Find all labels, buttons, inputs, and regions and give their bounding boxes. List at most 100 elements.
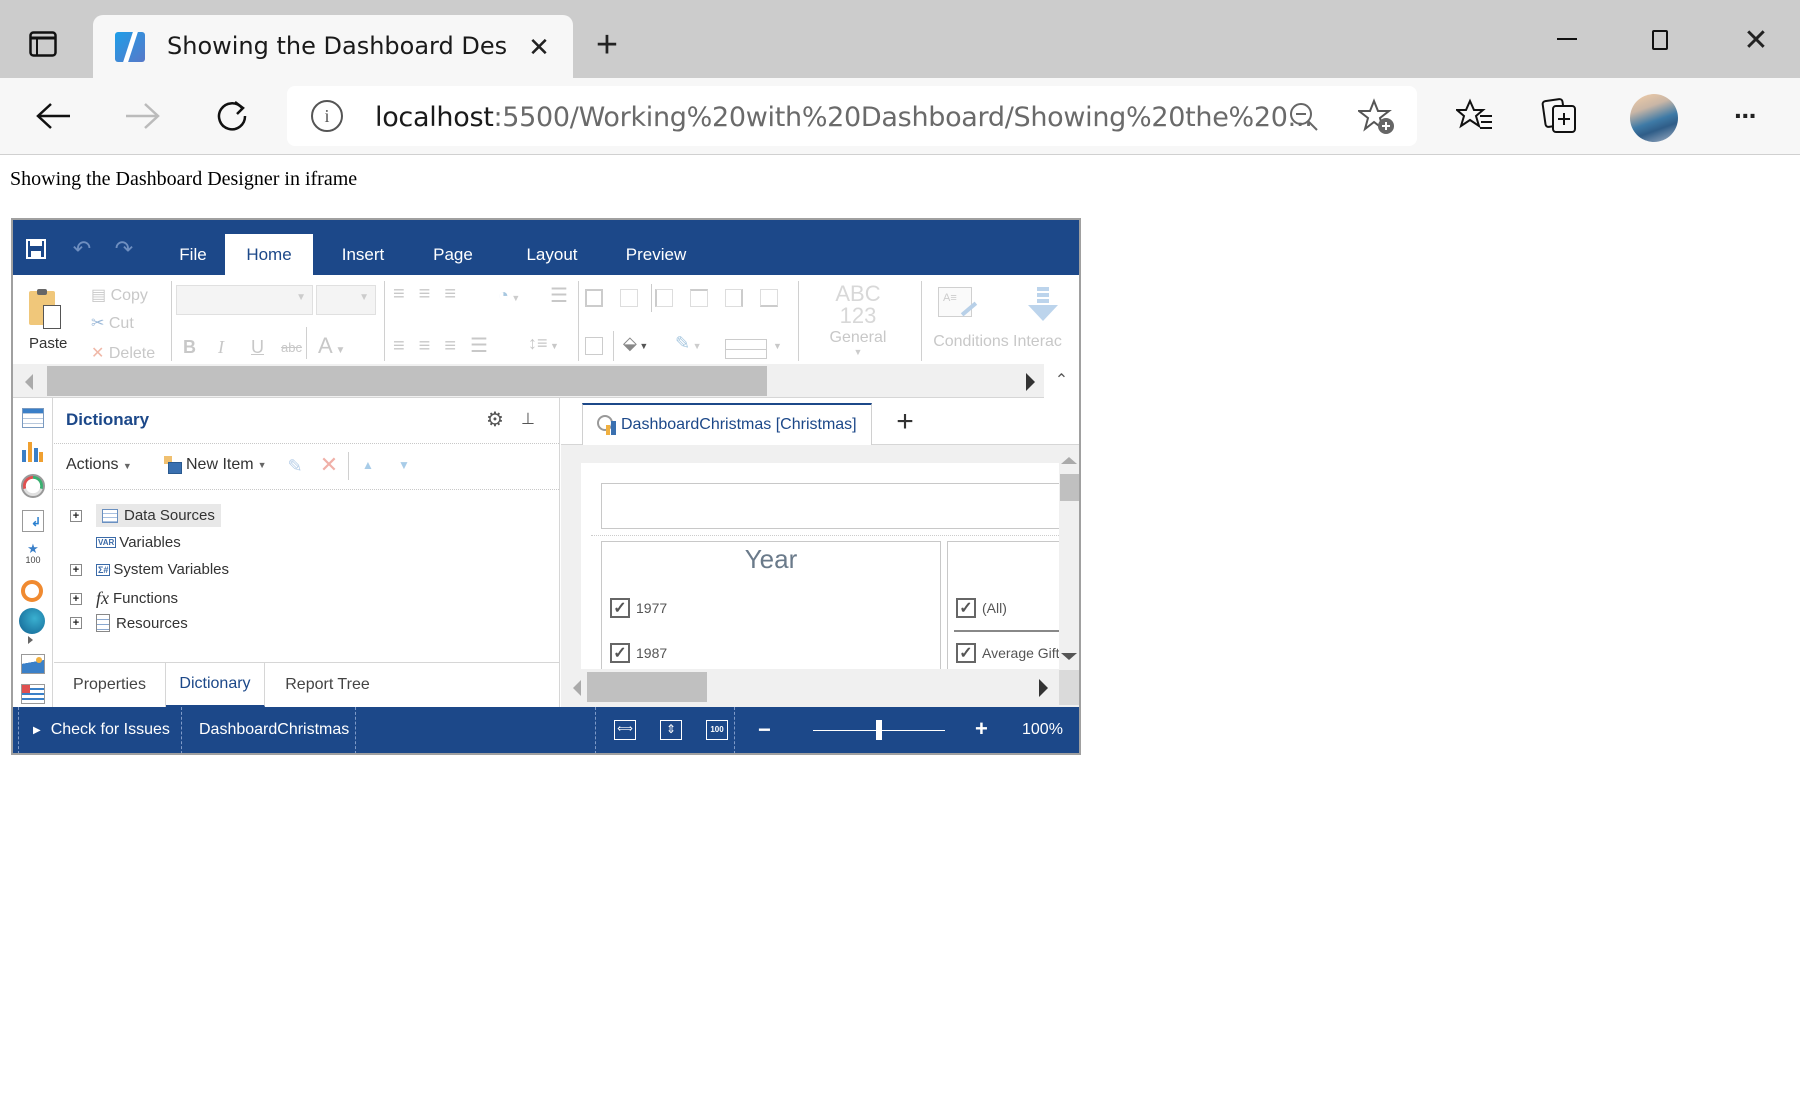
tab-close-icon[interactable]: ✕ bbox=[525, 32, 553, 62]
canvas-horizontal-scrollbar[interactable] bbox=[561, 670, 1059, 705]
report-name[interactable]: DashboardChristmas bbox=[199, 721, 349, 739]
gauge-element-icon[interactable] bbox=[21, 474, 45, 498]
move-down-icon[interactable]: ▼ bbox=[396, 458, 412, 472]
profile-avatar[interactable] bbox=[1630, 94, 1678, 142]
horizontal-scroll-thumb[interactable] bbox=[587, 672, 707, 702]
year-item[interactable]: ✓ 1977 bbox=[610, 598, 667, 618]
horizontal-align-buttons[interactable]: ≡≡≡☰ bbox=[393, 333, 502, 358]
tree-item-system-variables[interactable]: + Σ# System Variables bbox=[70, 561, 229, 578]
rotate-text-button[interactable]: ◔ ▼ bbox=[498, 285, 520, 306]
check-for-issues-button[interactable]: ▶ Check for Issues bbox=[33, 721, 170, 739]
expand-icon[interactable]: + bbox=[70, 509, 82, 522]
text-element-icon[interactable] bbox=[21, 684, 45, 704]
menu-tab-home[interactable]: Home bbox=[225, 234, 313, 275]
paste-button[interactable] bbox=[27, 289, 67, 329]
info-icon[interactable]: i bbox=[311, 100, 343, 132]
tab-properties[interactable]: Properties bbox=[54, 663, 166, 707]
browser-tab-active[interactable]: Showing the Dashboard Designer in iframe… bbox=[93, 15, 573, 78]
scroll-right-icon[interactable] bbox=[1026, 373, 1035, 391]
undo-icon[interactable]: ↶ bbox=[69, 236, 95, 261]
indicator-element-icon[interactable]: ★ 100 bbox=[21, 542, 45, 565]
vertical-scroll-thumb[interactable] bbox=[1060, 474, 1079, 501]
menu-tab-layout[interactable]: Layout bbox=[507, 234, 597, 275]
font-family-select[interactable]: ▼ bbox=[176, 285, 313, 315]
close-window-icon[interactable]: ✕ bbox=[1740, 24, 1772, 57]
ribbon-scrollbar[interactable]: ⌃ bbox=[13, 364, 1079, 398]
underline-button[interactable]: U bbox=[251, 337, 264, 358]
cut-button[interactable]: ✂ Cut bbox=[91, 313, 134, 333]
sidebar-icon[interactable] bbox=[28, 30, 58, 58]
actual-size-icon[interactable]: 100 bbox=[706, 720, 728, 740]
favorites-icon[interactable] bbox=[1455, 96, 1495, 136]
url-text[interactable]: localhost:5500/Working%20with%20Dashboar… bbox=[375, 102, 1313, 133]
scroll-left-icon[interactable] bbox=[573, 680, 581, 696]
image-element-icon[interactable] bbox=[21, 654, 45, 674]
font-size-select[interactable]: ▼ bbox=[316, 285, 376, 315]
refresh-icon[interactable] bbox=[210, 96, 254, 136]
scroll-up-icon[interactable] bbox=[1061, 457, 1077, 464]
dashboard-canvas[interactable]: Year ✓ 1977 ✓ 1987 ✓ (All) ✓ Average Gift bbox=[581, 463, 1059, 669]
edit-icon[interactable]: ✎ bbox=[284, 456, 306, 476]
tab-report-tree[interactable]: Report Tree bbox=[265, 663, 390, 707]
move-up-icon[interactable]: ▲ bbox=[360, 458, 376, 472]
year-item[interactable]: ✓ 1987 bbox=[610, 643, 667, 663]
new-item-dropdown[interactable]: New Item ▼ bbox=[164, 456, 267, 474]
year-filter-element[interactable]: Year ✓ 1977 ✓ 1987 bbox=[601, 541, 941, 669]
checkbox-checked[interactable]: ✓ bbox=[956, 643, 976, 663]
maximize-icon[interactable] bbox=[1652, 30, 1668, 50]
bold-button[interactable]: B bbox=[183, 337, 196, 358]
collapse-ribbon-icon[interactable]: ⌃ bbox=[1044, 364, 1079, 398]
scroll-left-icon[interactable] bbox=[25, 374, 33, 390]
line-spacing-button[interactable]: ↕≡ ▼ bbox=[528, 333, 559, 354]
tree-item-resources[interactable]: + Resources bbox=[70, 614, 188, 632]
chart-element-icon[interactable] bbox=[22, 440, 44, 462]
scroll-right-icon[interactable] bbox=[1039, 679, 1048, 697]
italic-button[interactable]: I bbox=[218, 337, 224, 358]
strikethrough-button[interactable]: abc bbox=[281, 340, 302, 355]
fit-height-icon[interactable]: ⇕ bbox=[660, 720, 682, 740]
expand-icon[interactable]: + bbox=[70, 617, 82, 629]
border-style-button[interactable] bbox=[725, 339, 767, 359]
canvas-vertical-scrollbar[interactable] bbox=[1059, 445, 1079, 670]
progress-element-icon[interactable] bbox=[21, 580, 43, 602]
redo-icon[interactable]: ↷ bbox=[111, 236, 137, 261]
zoom-in-button[interactable]: + bbox=[975, 716, 988, 742]
minimize-icon[interactable] bbox=[1557, 38, 1577, 40]
zoom-out-button[interactable]: − bbox=[758, 717, 771, 743]
settings-gear-icon[interactable]: ⚙ bbox=[484, 408, 506, 431]
ribbon-scroll-thumb[interactable] bbox=[47, 366, 767, 396]
delete-icon[interactable]: ✕ bbox=[318, 452, 340, 477]
menu-tab-file[interactable]: File bbox=[163, 234, 223, 275]
measure-filter-element[interactable]: ✓ (All) ✓ Average Gift bbox=[947, 541, 1059, 669]
title-element[interactable] bbox=[601, 483, 1059, 529]
copy-button[interactable]: ▤ Copy bbox=[91, 285, 148, 305]
map-element-icon[interactable] bbox=[19, 608, 45, 634]
address-bar[interactable]: i localhost:5500/Working%20with%20Dashbo… bbox=[287, 86, 1417, 146]
word-wrap-button[interactable]: ☰ bbox=[550, 283, 568, 308]
save-icon[interactable] bbox=[25, 238, 47, 260]
border-color-button[interactable]: ✎ ▼ bbox=[675, 333, 702, 354]
more-elements-icon[interactable] bbox=[28, 636, 33, 644]
add-page-icon[interactable]: + bbox=[891, 405, 919, 438]
document-tab[interactable]: DashboardChristmas [Christmas] bbox=[582, 403, 872, 445]
checkbox-checked[interactable]: ✓ bbox=[610, 598, 630, 618]
menu-tab-preview[interactable]: Preview bbox=[611, 234, 701, 275]
tree-item-functions[interactable]: + fx Functions bbox=[70, 588, 178, 609]
expand-icon[interactable]: + bbox=[70, 563, 82, 576]
tab-dictionary[interactable]: Dictionary bbox=[166, 663, 265, 707]
zoom-out-icon[interactable] bbox=[1287, 100, 1321, 134]
fit-width-icon[interactable]: ⟺ bbox=[614, 720, 636, 740]
vertical-align-buttons[interactable]: ≡≡≡ bbox=[393, 283, 470, 306]
menu-tab-page[interactable]: Page bbox=[413, 234, 493, 275]
filter-item[interactable]: ✓ (All) bbox=[956, 598, 1007, 618]
more-icon[interactable]: ··· bbox=[1725, 96, 1765, 136]
forward-icon[interactable] bbox=[120, 96, 164, 136]
fill-color-button[interactable]: ⬙ ▼ bbox=[623, 333, 648, 354]
menu-tab-insert[interactable]: Insert bbox=[323, 234, 403, 275]
font-color-button[interactable]: A ▼ bbox=[318, 333, 345, 359]
back-icon[interactable] bbox=[32, 96, 76, 136]
tree-item-variables[interactable]: VAR Variables bbox=[96, 534, 181, 551]
all-borders-button[interactable] bbox=[585, 337, 603, 355]
filter-item[interactable]: ✓ Average Gift bbox=[956, 643, 1059, 663]
actions-dropdown[interactable]: Actions ▼ bbox=[66, 456, 132, 474]
